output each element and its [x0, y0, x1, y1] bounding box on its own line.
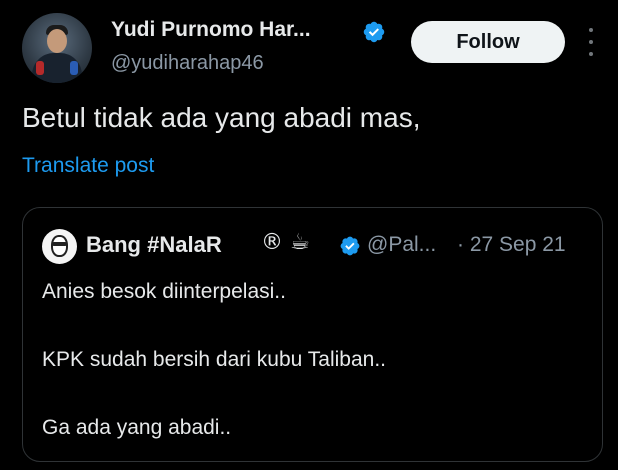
- quoted-author-emoji: ® ☕: [261, 230, 310, 255]
- quoted-author-handle: @Pal...: [367, 233, 437, 256]
- post-text: Betul tidak ada yang abadi mas,: [22, 102, 421, 133]
- author-display-name[interactable]: Yudi Purnomo Har...: [111, 18, 311, 42]
- quoted-post-date: · 27 Sep 21: [457, 233, 566, 256]
- verified-badge-icon: [363, 21, 385, 43]
- quoted-post-card[interactable]: Bang #NalaR ® ☕ @Pal... · 27 Sep 21 Anie…: [22, 207, 603, 462]
- more-options-icon[interactable]: [585, 28, 597, 56]
- quoted-text-line: KPK sudah bersih dari kubu Taliban..: [42, 348, 386, 371]
- quoted-verified-badge-icon: [340, 236, 360, 256]
- quoted-author-avatar: [42, 229, 77, 264]
- translate-post-link[interactable]: Translate post: [22, 154, 154, 178]
- follow-button[interactable]: Follow: [411, 21, 565, 63]
- quoted-author-name: Bang #NalaR: [86, 232, 222, 257]
- author-handle[interactable]: @yudiharahap46: [111, 52, 264, 75]
- quoted-text-line: Ga ada yang abadi..: [42, 416, 232, 439]
- quoted-text-line: Anies besok diinterpelasi..: [42, 280, 286, 303]
- author-avatar[interactable]: [22, 13, 92, 83]
